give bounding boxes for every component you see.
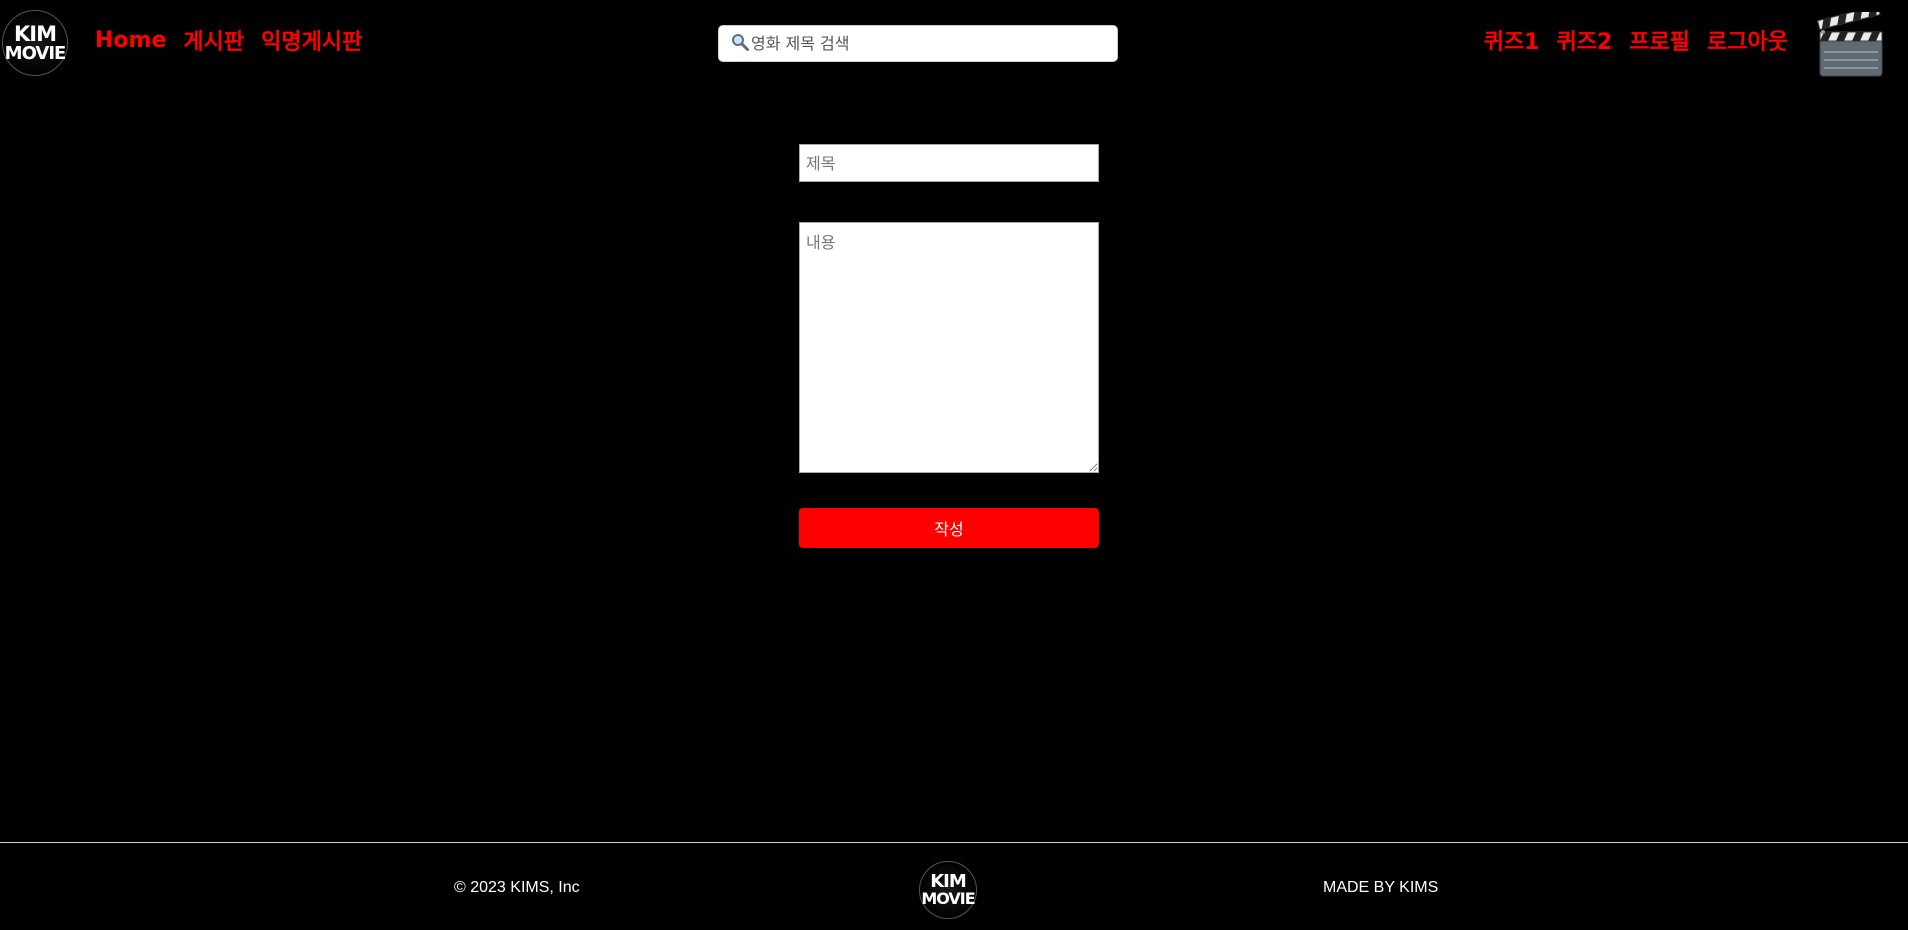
nav-quiz2-link[interactable]: 퀴즈2 xyxy=(1557,24,1613,56)
nav-board-link[interactable]: 게시판 xyxy=(183,24,244,56)
content-textarea[interactable] xyxy=(799,222,1099,473)
footer-logo-text-line2: MOVIE xyxy=(921,889,975,908)
copyright-text: © 2023 KIMS, Inc xyxy=(454,879,580,896)
title-input[interactable] xyxy=(799,144,1099,182)
page: KIM MOVIE Home 게시판 익명게시판 퀴즈1 퀴즈2 프로필 로그아… xyxy=(0,0,1908,930)
nav-right: 퀴즈1 퀴즈2 프로필 로그아웃 xyxy=(1484,24,1788,56)
magnifier-icon xyxy=(731,33,749,55)
search-box xyxy=(718,25,1118,62)
site-logo[interactable]: KIM MOVIE xyxy=(2,10,68,76)
footer-logo: KIM MOVIE xyxy=(919,861,977,919)
logo-text-line1: KIM xyxy=(14,21,57,46)
nav-quiz1-link[interactable]: 퀴즈1 xyxy=(1484,24,1540,56)
post-write-form: 작성 xyxy=(799,144,1099,548)
nav-logout-link[interactable]: 로그아웃 xyxy=(1707,24,1788,56)
nav-left: Home 게시판 익명게시판 xyxy=(95,24,362,56)
logo-text-line2: MOVIE xyxy=(4,42,67,64)
site-header: KIM MOVIE Home 게시판 익명게시판 퀴즈1 퀴즈2 프로필 로그아… xyxy=(0,0,1908,86)
nav-home-link[interactable]: Home xyxy=(95,28,166,53)
site-footer: © 2023 KIMS, Inc KIM MOVIE MADE BY KIMS xyxy=(0,843,1908,930)
clapperboard-icon xyxy=(1816,5,1884,78)
nav-profile-link[interactable]: 프로필 xyxy=(1629,24,1690,56)
made-by-text: MADE BY KIMS xyxy=(1323,879,1439,896)
nav-anonymous-board-link[interactable]: 익명게시판 xyxy=(261,24,362,56)
submit-button[interactable]: 작성 xyxy=(799,508,1099,548)
search-input[interactable] xyxy=(751,34,1091,53)
